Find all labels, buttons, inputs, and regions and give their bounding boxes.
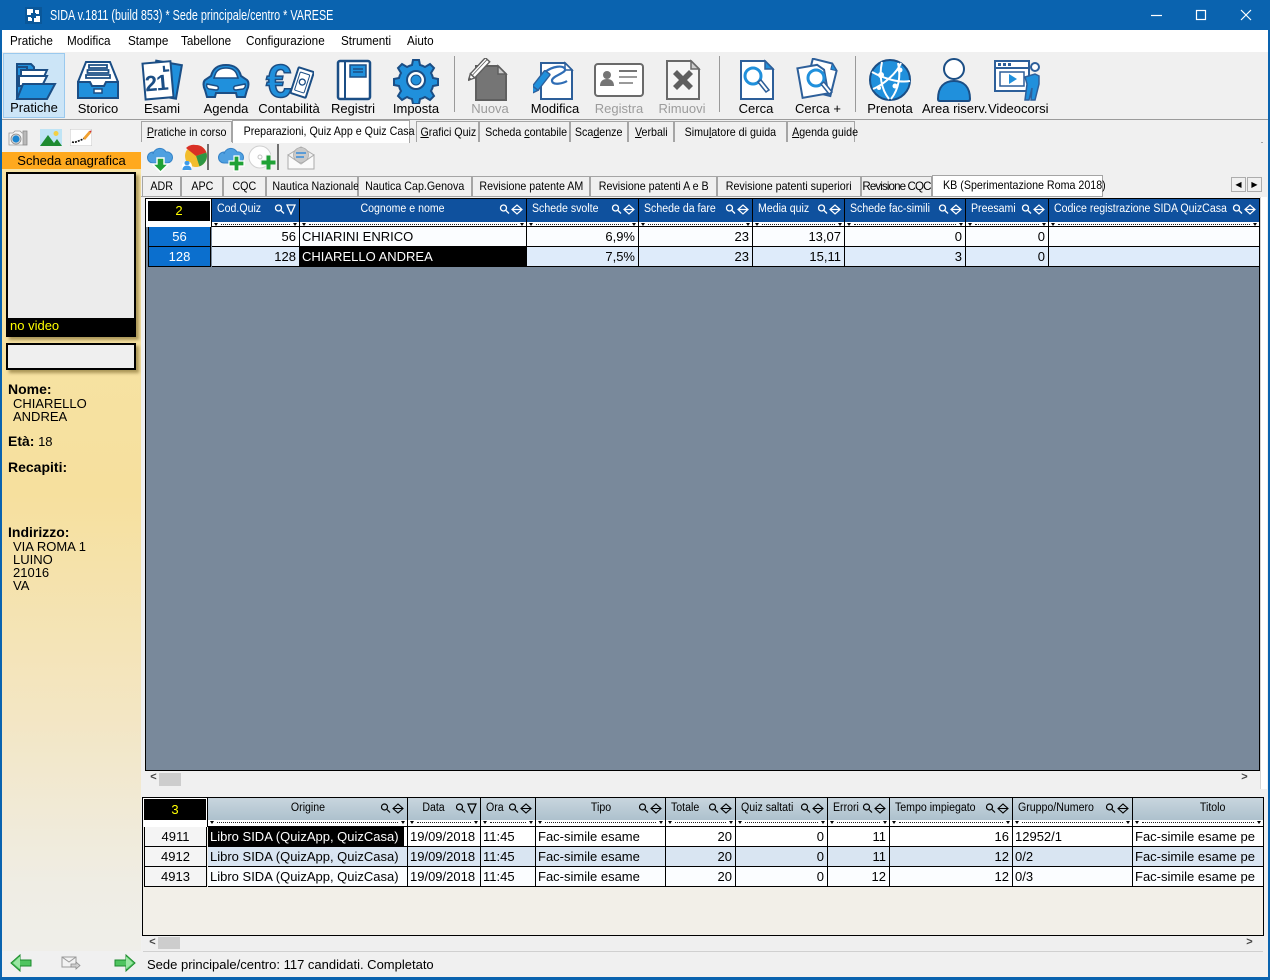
svg-text:€: € <box>266 57 292 103</box>
svg-text:21: 21 <box>144 70 169 97</box>
